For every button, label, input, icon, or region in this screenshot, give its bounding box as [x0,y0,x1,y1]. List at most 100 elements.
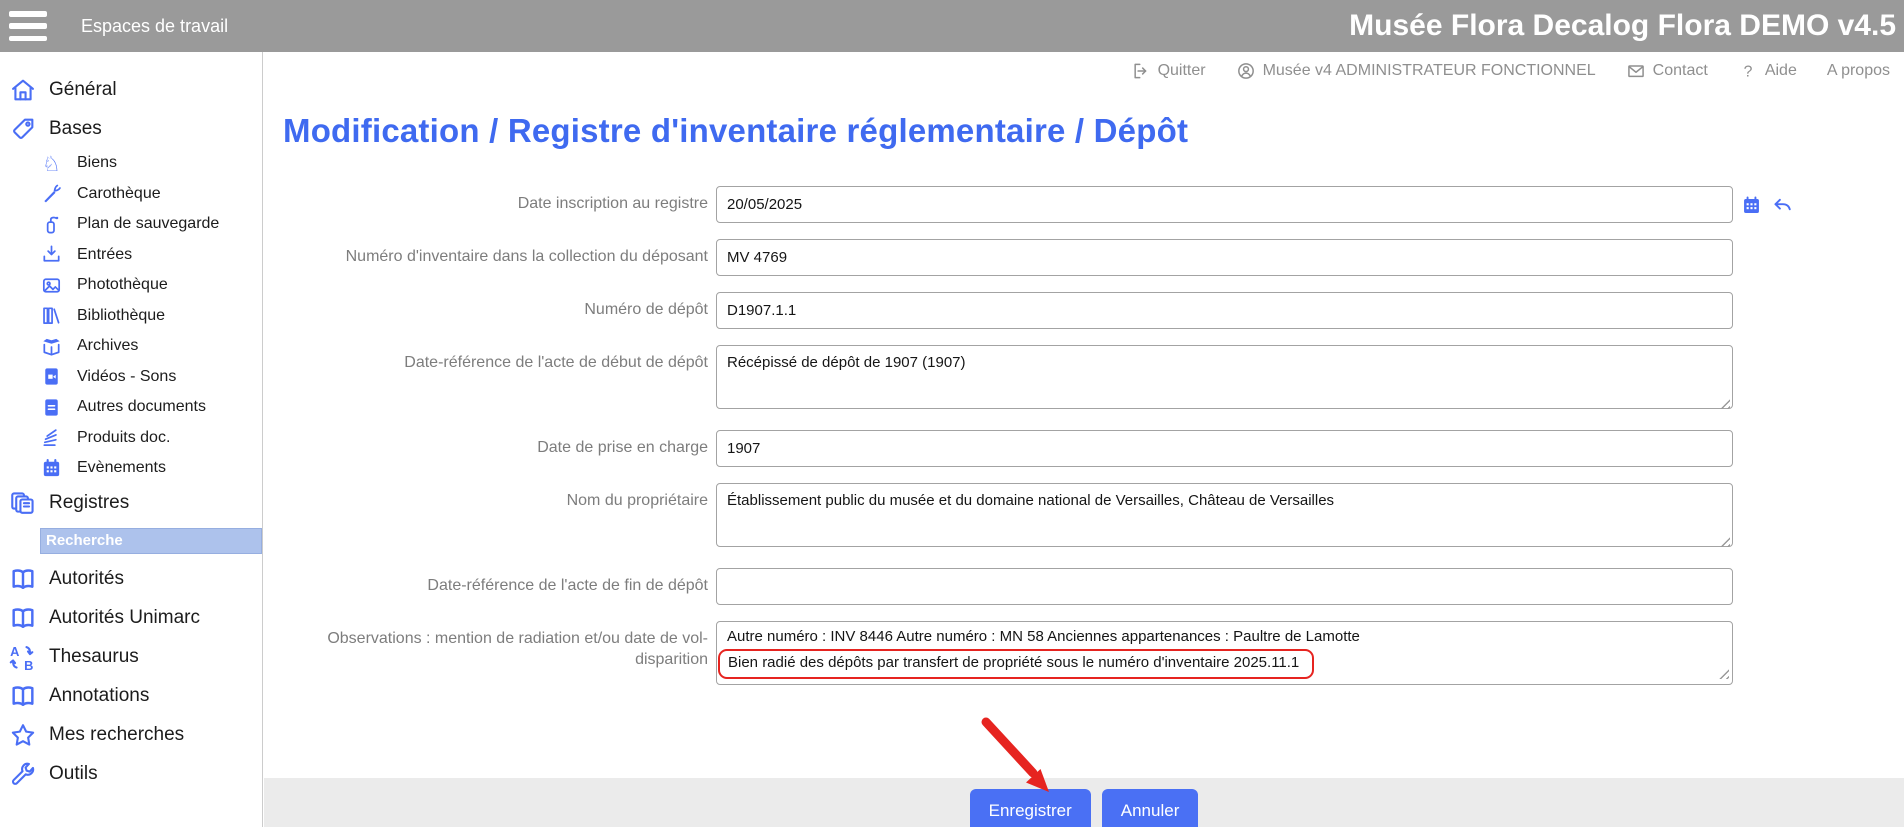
field-icons-date-prise-en-charge [1741,430,1793,439]
svg-text:B: B [24,658,33,671]
numero-depot-input[interactable] [716,292,1733,329]
open-book-icon [9,682,37,710]
video-doc-icon [40,365,63,388]
archive-box-icon [40,335,63,358]
sidebar-item-label: Autres documents [77,398,206,416]
sidebar-item-label: Thesaurus [49,646,139,668]
sidebar-item-mes-recherches[interactable]: Mes recherches [0,716,262,755]
calendar-icon[interactable] [1741,195,1762,216]
field-label-numero-inventaire-deposant: Numéro d'inventaire dans la collection d… [283,239,708,268]
observations-textarea[interactable]: Autre numéro : INV 8446 Autre numéro : M… [716,621,1733,685]
date-prise-en-charge-input[interactable] [716,430,1733,467]
field-cell-numero-inventaire-deposant [716,239,1733,276]
sidebar-item-label: Carothèque [77,185,161,203]
workspace-label: Espaces de travail [81,16,228,37]
sidebar-item-label: Photothèque [77,276,168,294]
app-title: Musée Flora Decalog Flora DEMO v4.5 [1349,9,1896,43]
sidebar-item-bases[interactable]: Bases [0,109,262,148]
save-button[interactable]: Enregistrer [970,789,1091,827]
numero-inventaire-deposant-input[interactable] [716,239,1733,276]
sidebar-item-label: Evènements [77,459,166,477]
field-label-observations: Observations : mention de radiation et/o… [283,621,708,671]
chess-knight-icon: ♘ [40,152,63,175]
registers-icon [9,489,37,517]
sidebar-item-label: Autorités Unimarc [49,607,200,629]
sidebar-item-autres-documents[interactable]: Autres documents [0,392,262,423]
top-bar: Espaces de travail Musée Flora Decalog F… [0,0,1904,52]
field-icons-numero-inventaire-deposant [1741,239,1793,248]
sidebar-item-label: Bases [49,118,102,140]
svg-text:♘: ♘ [42,152,61,175]
field-icons-nom-proprietaire [1741,483,1793,492]
date-ref-acte-debut-depot-textarea[interactable]: Récépissé de dépôt de 1907 (1907) [716,345,1733,409]
sidebar-item-label: Autorités [49,568,124,590]
header-link-label: Aide [1765,62,1797,80]
field-label-date-prise-en-charge: Date de prise en charge [283,430,708,459]
document-icon [40,396,63,419]
sidebar-item-recherche[interactable]: Recherche [40,528,262,554]
header-link-label: Quitter [1158,62,1206,80]
header-link-label: Musée v4 ADMINISTRATEUR FONCTIONNEL [1263,62,1596,80]
sidebar-item-label: Biens [77,154,117,172]
sidebar-item-produits-doc[interactable]: Produits doc. [0,423,262,454]
header-link-aide[interactable]: ? Aide [1738,61,1797,81]
sidebar-item-autorites[interactable]: Autorités [0,560,262,599]
open-book-icon [9,604,37,632]
field-icons-date-ref-acte-debut-depot [1741,345,1793,354]
nom-proprietaire-textarea[interactable]: Établissement public du musée et du doma… [716,483,1733,547]
field-label-numero-depot: Numéro de dépôt [283,292,708,321]
sidebar-item-autorites-unimarc[interactable]: Autorités Unimarc [0,599,262,638]
header-link-a-propos[interactable]: A propos [1827,62,1890,80]
sidebar-item-label: Produits doc. [77,429,170,447]
sidebar-item-label: Bibliothèque [77,307,165,325]
header-link-mus-e-v4-administrateur-fonctionnel[interactable]: Musée v4 ADMINISTRATEUR FONCTIONNEL [1236,61,1596,81]
sidebar-item-label: Annotations [49,685,149,707]
sidebar-item-plan-de-sauvegarde[interactable]: Plan de sauvegarde [0,209,262,240]
sidebar-item-label: Plan de sauvegarde [77,215,219,233]
sidebar-item-carotheque[interactable]: Carothèque [0,179,262,210]
exit-icon [1131,61,1151,81]
calendar-grid-icon [40,457,63,480]
sidebar-item-label: Registres [49,492,129,514]
header-link-label: A propos [1827,62,1890,80]
sidebar-item-entrees[interactable]: Entrées [0,240,262,271]
header-link-label: Contact [1653,62,1708,80]
open-book-icon [9,565,37,593]
sidebar-item-phototheque[interactable]: Photothèque [0,270,262,301]
date-ref-acte-fin-depot-input[interactable] [716,568,1733,605]
sidebar-item-videos-sons[interactable]: Vidéos - Sons [0,362,262,393]
sidebar-item-evenements[interactable]: Evènements [0,453,262,484]
envelope-icon [1626,61,1646,81]
edit-form: Date inscription au registreNuméro d'inv… [283,186,1793,685]
field-cell-date-ref-acte-debut-depot: Récépissé de dépôt de 1907 (1907) [716,345,1733,414]
sidebar-item-registres[interactable]: Registres [0,484,262,523]
svg-text:?: ? [1743,63,1752,80]
hamburger-menu-icon[interactable] [9,11,53,41]
field-icons-numero-depot [1741,292,1793,301]
sidebar-item-thesaurus[interactable]: ABThesaurus [0,638,262,677]
header-link-contact[interactable]: Contact [1626,61,1708,81]
cancel-button[interactable]: Annuler [1102,789,1199,827]
sidebar-item-biens[interactable]: ♘ Biens [0,148,262,179]
date-inscription-registre-input[interactable] [716,186,1733,223]
header-links: Quitter Musée v4 ADMINISTRATEUR FONCTIONN… [264,52,1904,90]
observations-line1: Autre numéro : INV 8446 Autre numéro : M… [727,626,1722,648]
extinguisher-icon [40,213,63,236]
sidebar-item-general[interactable]: Général [0,70,262,109]
field-cell-date-inscription-registre [716,186,1733,223]
field-cell-nom-proprietaire: Établissement public du musée et du doma… [716,483,1733,552]
header-link-quitter[interactable]: Quitter [1131,61,1206,81]
photo-icon [40,274,63,297]
field-cell-numero-depot [716,292,1733,329]
tag-icon [9,115,37,143]
page-title: Modification / Registre d'inventaire rég… [283,112,1188,150]
undo-icon[interactable] [1772,195,1793,216]
sidebar-item-annotations[interactable]: Annotations [0,677,262,716]
sidebar: Général Bases ♘ Biens Carothèque Plan de sauv… [0,52,263,827]
sidebar-item-archives[interactable]: Archives [0,331,262,362]
sidebar-item-bibliotheque[interactable]: Bibliothèque [0,301,262,332]
field-icons-observations [1741,621,1793,630]
carrot-icon [40,182,63,205]
sidebar-item-outils[interactable]: Outils [0,755,262,794]
field-icons-date-ref-acte-fin-depot [1741,568,1793,577]
